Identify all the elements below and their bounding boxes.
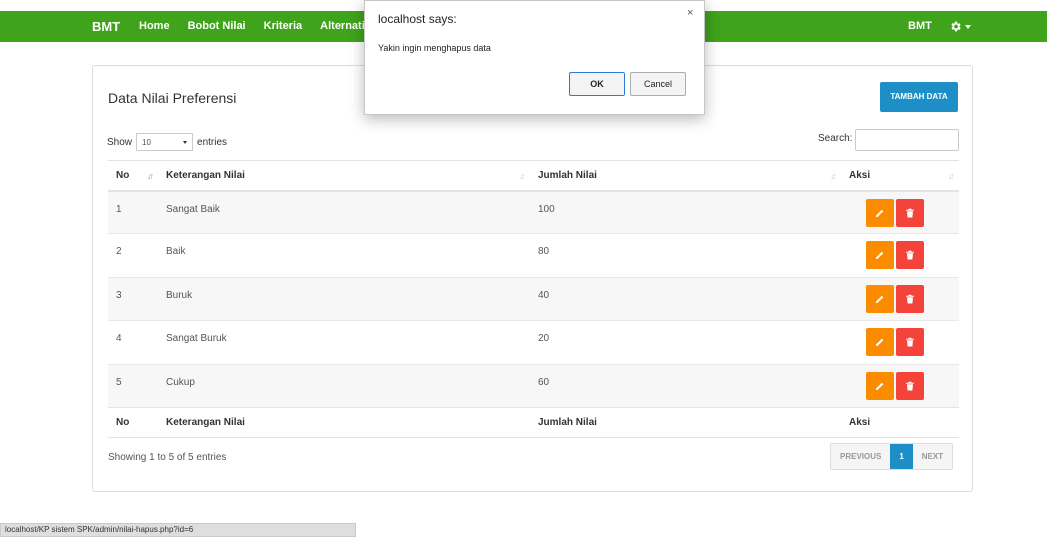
nav-user[interactable]: BMT [908, 11, 932, 42]
nav-item-kriteria[interactable]: Kriteria [264, 11, 303, 42]
sort-icon: ↓↑ [948, 171, 955, 181]
close-icon[interactable]: × [687, 7, 693, 19]
delete-button[interactable] [896, 371, 924, 400]
cell-aksi [841, 276, 959, 321]
entries-length: Show 10 entries [107, 133, 227, 151]
cell-no: 3 [108, 276, 158, 321]
trash-icon [906, 294, 914, 304]
pagination: PREVIOUS 1 NEXT [830, 443, 954, 470]
pencil-icon [876, 252, 884, 260]
header-jumlah[interactable]: Jumlah Nilai ↓↑ [530, 160, 841, 192]
nav-item-home[interactable]: Home [139, 11, 170, 42]
trash-icon [906, 381, 914, 391]
pencil-icon [876, 382, 884, 390]
dialog-title: localhost says: [378, 12, 457, 26]
trash-icon [906, 337, 914, 347]
cell-aksi [841, 233, 959, 278]
sort-asc-icon: ↓↑ [147, 171, 154, 181]
header-keterangan[interactable]: Keterangan Nilai ↓↑ [158, 160, 530, 192]
nav-item-bobot-nilai[interactable]: Bobot Nilai [188, 11, 246, 42]
confirm-dialog: localhost says: × Yakin ingin menghapus … [364, 0, 705, 115]
table-row: 3 Buruk 40 [108, 276, 959, 321]
cell-keterangan: Sangat Baik [158, 189, 530, 234]
cell-jumlah: 40 [530, 276, 841, 321]
cell-jumlah: 60 [530, 363, 841, 408]
page: BMT Home Bobot Nilai Kriteria Alternati … [0, 0, 1047, 537]
cell-no: 5 [108, 363, 158, 408]
previous-button[interactable]: PREVIOUS [831, 444, 891, 469]
sort-icon: ↓↑ [519, 171, 526, 181]
next-button[interactable]: NEXT [912, 444, 953, 469]
edit-button[interactable] [866, 284, 894, 313]
table-info: Showing 1 to 5 of 5 entries [108, 452, 227, 463]
footer-jumlah: Jumlah Nilai [530, 406, 841, 438]
cell-no: 4 [108, 320, 158, 365]
sort-icon: ↓↑ [830, 171, 837, 181]
pencil-icon [876, 295, 884, 303]
footer-aksi: Aksi [841, 406, 959, 438]
status-bar: localhost/KP sistem SPK/admin/nilai-hapu… [0, 523, 356, 537]
header-no[interactable]: No ↓↑ [108, 160, 158, 192]
cell-jumlah: 80 [530, 233, 841, 278]
table-row: 2 Baik 80 [108, 233, 959, 278]
ok-button[interactable]: OK [569, 72, 625, 96]
cell-aksi [841, 189, 959, 234]
brand[interactable]: BMT [92, 11, 120, 42]
gear-icon [951, 21, 961, 32]
edit-button[interactable] [866, 371, 894, 400]
table-header-row: No ↓↑ Keterangan Nilai ↓↑ Jumlah Nilai ↓↑ A… [108, 160, 959, 192]
page-1-button[interactable]: 1 [890, 444, 913, 469]
search-label: Search: [818, 133, 853, 144]
cell-jumlah: 20 [530, 320, 841, 365]
table-row: 4 Sangat Buruk 20 [108, 320, 959, 365]
entries-label: entries [197, 136, 228, 148]
nav-menu: Home Bobot Nilai Kriteria Alternati [139, 11, 383, 42]
header-aksi[interactable]: Aksi ↓↑ [841, 160, 959, 192]
data-panel: Data Nilai Preferensi TAMBAH DATA Show 1… [92, 65, 973, 492]
data-table: No ↓↑ Keterangan Nilai ↓↑ Jumlah Nilai ↓↑ A… [108, 160, 959, 438]
edit-button[interactable] [866, 328, 894, 357]
pencil-icon [876, 209, 884, 217]
entries-select[interactable]: 10 [136, 133, 194, 151]
cell-no: 1 [108, 189, 158, 234]
delete-button[interactable] [896, 328, 924, 357]
cell-aksi [841, 320, 959, 365]
cell-keterangan: Buruk [158, 276, 530, 321]
delete-button[interactable] [896, 241, 924, 270]
trash-icon [906, 208, 914, 217]
edit-button[interactable] [866, 198, 894, 227]
edit-button[interactable] [866, 241, 894, 270]
cell-keterangan: Cukup [158, 363, 530, 408]
cell-keterangan: Baik [158, 233, 530, 278]
entries-value: 10 [142, 137, 151, 147]
table-row: 1 Sangat Baik 100 [108, 189, 959, 234]
footer-no: No [108, 406, 158, 438]
show-label: Show [107, 136, 133, 148]
cell-no: 2 [108, 233, 158, 278]
cell-aksi [841, 363, 959, 408]
delete-button[interactable] [896, 284, 924, 313]
pencil-icon [876, 338, 884, 347]
cancel-button[interactable]: Cancel [630, 72, 686, 96]
dialog-message: Yakin ingin menghapus data [378, 43, 491, 53]
page-title: Data Nilai Preferensi [108, 90, 237, 106]
cell-jumlah: 100 [530, 189, 841, 234]
table-footer-row: No Keterangan Nilai Jumlah Nilai Aksi [108, 406, 959, 438]
cell-keterangan: Sangat Buruk [158, 320, 530, 365]
chevron-down-icon [965, 24, 971, 29]
settings-dropdown[interactable] [949, 11, 971, 42]
table-row: 5 Cukup 60 [108, 363, 959, 408]
trash-icon [906, 251, 914, 260]
footer-keterangan: Keterangan Nilai [158, 406, 530, 438]
nav-item-alternatif[interactable]: Alternati [320, 11, 365, 42]
dropdown-arrow-icon [183, 140, 188, 144]
add-data-button[interactable]: TAMBAH DATA [880, 82, 958, 112]
delete-button[interactable] [896, 198, 924, 227]
search-input[interactable] [855, 129, 959, 151]
